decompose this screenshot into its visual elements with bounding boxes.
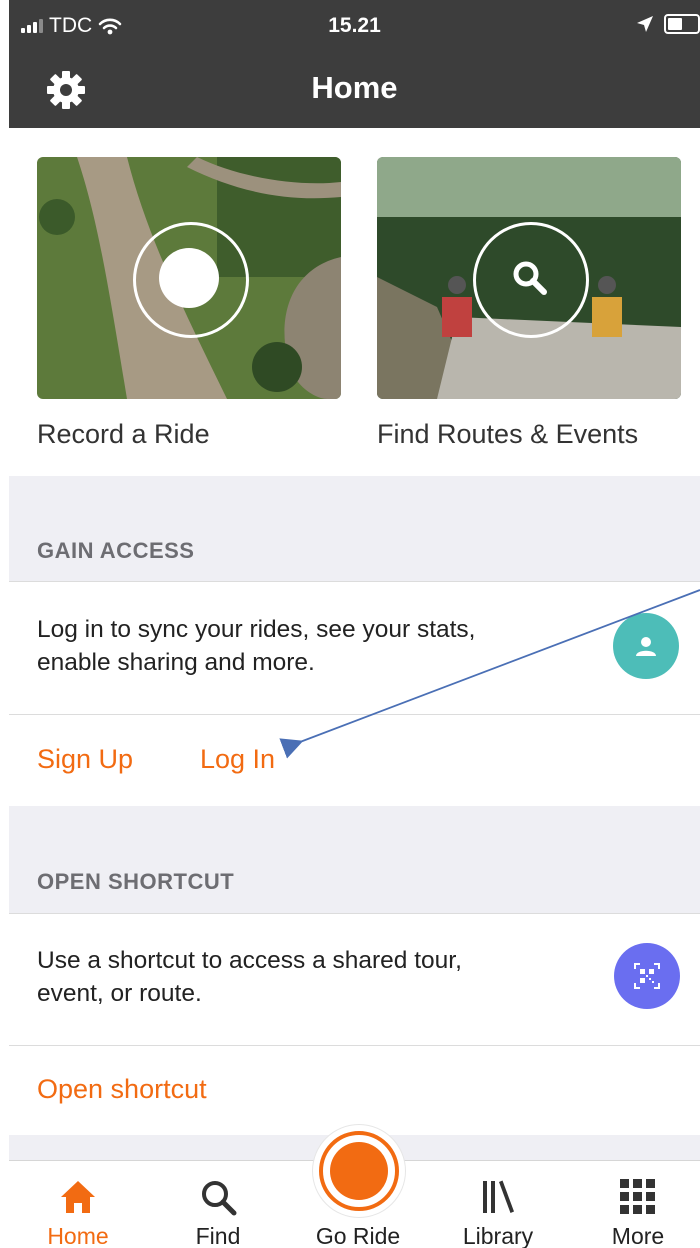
record-ride-image bbox=[37, 157, 341, 399]
divider bbox=[9, 913, 700, 914]
tab-label: Go Ride bbox=[315, 1223, 401, 1248]
record-ride-tile[interactable]: Record a Ride bbox=[37, 157, 341, 450]
qr-code-icon bbox=[634, 963, 660, 989]
gain-access-header: GAIN ACCESS bbox=[37, 538, 195, 563]
battery-icon bbox=[664, 14, 700, 34]
go-ride-button[interactable] bbox=[313, 1125, 405, 1217]
open-shortcut-description: Use a shortcut to access a shared tour, … bbox=[37, 947, 462, 1007]
tab-library[interactable]: Library bbox=[443, 1161, 553, 1248]
user-icon bbox=[636, 637, 656, 656]
divider bbox=[9, 1045, 700, 1046]
find-routes-tile[interactable]: Find Routes & Events bbox=[377, 157, 681, 450]
tab-label: More bbox=[611, 1223, 665, 1248]
home-icon bbox=[61, 1181, 95, 1213]
search-icon bbox=[202, 1181, 237, 1216]
app-screen: TDC 15.21 Home Record a Ride Find Routes… bbox=[9, 0, 700, 1248]
open-shortcut-link[interactable]: Open shortcut bbox=[37, 1074, 207, 1105]
search-icon bbox=[513, 261, 547, 295]
qr-code-button[interactable] bbox=[614, 943, 680, 1009]
top-bar: TDC 15.21 Home bbox=[9, 0, 700, 128]
user-icon-button[interactable] bbox=[613, 613, 679, 679]
tab-home[interactable]: Home bbox=[23, 1161, 133, 1248]
sign-up-link[interactable]: Sign Up bbox=[37, 744, 133, 775]
open-shortcut-header: OPEN SHORTCUT bbox=[37, 869, 235, 894]
location-arrow-icon bbox=[637, 16, 653, 32]
tab-label: Home bbox=[47, 1223, 109, 1248]
page-title: Home bbox=[311, 70, 398, 105]
divider bbox=[9, 714, 700, 715]
find-routes-image bbox=[377, 157, 681, 399]
divider bbox=[9, 581, 700, 582]
grid-icon bbox=[620, 1179, 655, 1214]
status-time: 15.21 bbox=[328, 14, 381, 37]
log-in-link[interactable]: Log In bbox=[200, 744, 275, 775]
gain-access-header-band: GAIN ACCESS bbox=[9, 476, 700, 581]
library-icon bbox=[483, 1180, 514, 1213]
record-ride-label: Record a Ride bbox=[37, 419, 210, 449]
find-routes-label: Find Routes & Events bbox=[377, 419, 639, 449]
gain-access-description: Log in to sync your rides, see your stat… bbox=[37, 616, 476, 676]
status-right bbox=[636, 14, 700, 34]
open-shortcut-header-band: OPEN SHORTCUT bbox=[9, 806, 700, 913]
tab-label: Find bbox=[195, 1223, 241, 1248]
tab-label: Library bbox=[462, 1223, 534, 1248]
tab-find[interactable]: Find bbox=[163, 1161, 273, 1248]
record-button-icon bbox=[319, 1131, 399, 1211]
record-icon bbox=[159, 248, 219, 308]
tab-more[interactable]: More bbox=[583, 1161, 693, 1248]
